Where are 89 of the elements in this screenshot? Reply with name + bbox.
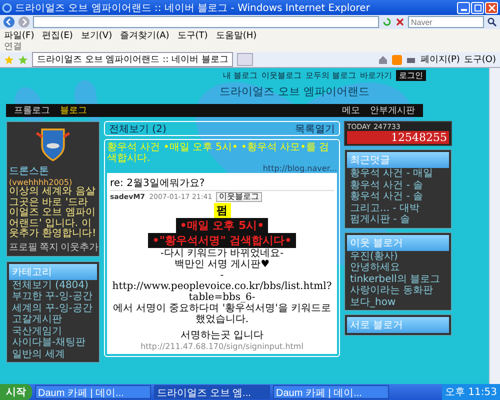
post-text: 서명하는곳 입니다: [180, 329, 264, 342]
headline-text: 펌: [214, 203, 230, 218]
home-icon[interactable]: [378, 54, 388, 64]
start-button[interactable]: 시작: [0, 384, 32, 400]
recent-comments-header: 최근덧글: [347, 152, 449, 168]
profile-id: (vwehhhh2005): [9, 178, 72, 187]
blog-link[interactable]: 이웃블로그: [262, 70, 302, 81]
post-link[interactable]: http://211.47.68.170/sign/signinput.html: [140, 342, 304, 351]
category-item[interactable]: 부끄한 꾸-잉-공간: [9, 291, 97, 302]
neighbor-item[interactable]: 보다_how: [347, 296, 449, 308]
blog-link[interactable]: 바로가기: [360, 70, 392, 81]
feed-icon[interactable]: [392, 54, 402, 64]
taskbar-button[interactable]: Daum 카페 | 데이...: [273, 385, 389, 399]
menu-item[interactable]: 도움말(H): [216, 28, 257, 42]
close-icon: [488, 4, 496, 12]
neighbor-blog-button[interactable]: 이웃블로그: [216, 192, 262, 202]
profile-link[interactable]: 이웃추가: [60, 240, 98, 254]
category-item[interactable]: 고갈게시판: [9, 314, 97, 326]
maximize-button[interactable]: [471, 2, 484, 14]
comment-item[interactable]: 황우석 사건 - 매일: [347, 168, 449, 180]
neighbor-item[interactable]: 안녕하세요: [347, 262, 449, 274]
profile-description: 이상의 세계와 음살 그곳은 바로 '드라이얼즈 오브 엠파이어랜드' 입니다. 이웃추가 환영합니다!: [9, 187, 97, 240]
post-text: - http://www.peoplevoice.co.kr/bbs/list.html?table=bbs_6-: [111, 270, 333, 303]
maximize-icon: [474, 4, 482, 12]
command-button[interactable]: 도구(O): [464, 53, 496, 66]
list-toggle-link[interactable]: 목록열기: [295, 122, 335, 136]
browser-tab[interactable]: 드라이얼즈 오브 엠파이어랜드 :: 네이버 블로그: [32, 52, 234, 67]
mutual-header: 서로 블로거: [347, 317, 449, 333]
forward-icon[interactable]: [18, 16, 30, 28]
nav-link[interactable]: 메모: [342, 104, 360, 117]
menu-item[interactable]: 편집(E): [42, 28, 73, 42]
nav-link[interactable]: 안부게시판: [370, 104, 415, 117]
banner-text: 황우석 사건 •매일 오후 5시• •황우석 사모•를 검색합시다.: [107, 142, 330, 164]
neighbors-header: 이웃 블로거: [347, 234, 449, 250]
menu-item[interactable]: 파일(F): [4, 28, 34, 42]
star-icon[interactable]: [4, 54, 14, 64]
clock: 오후 11:53: [445, 386, 497, 399]
close-button[interactable]: [485, 2, 498, 14]
browser-icon: [2, 2, 12, 12]
comment-item[interactable]: 펌게시판 - 솔: [347, 214, 449, 226]
category-item[interactable]: 일반의 세계: [9, 348, 97, 360]
blog-link[interactable]: 내 블로그: [222, 70, 258, 81]
minimize-icon: [460, 9, 466, 11]
nav-link[interactable]: 프롤로그: [14, 104, 50, 117]
blog-title: 드라이얼즈 오브 엠파이어랜드: [220, 84, 370, 99]
menu-item[interactable]: 도구(T): [177, 28, 208, 42]
new-tab-button[interactable]: [237, 53, 254, 66]
back-icon[interactable]: [3, 16, 15, 28]
search-icon[interactable]: [487, 17, 497, 27]
category-item[interactable]: 국산게임기: [9, 326, 97, 337]
login-button[interactable]: 로그인: [396, 70, 426, 81]
comment-item[interactable]: 황우석 사건 - 솔: [347, 191, 449, 202]
refresh-icon[interactable]: [382, 17, 392, 27]
minimize-button[interactable]: [457, 2, 470, 14]
profile-name: 드론스톤: [9, 165, 49, 178]
neighbor-item[interactable]: tinkerbell의 블로그: [347, 274, 449, 285]
banner-url[interactable]: http://blog.naver...: [107, 164, 337, 173]
blog-link[interactable]: 모두의 블로그: [306, 70, 356, 81]
post-text: 에서 서명이 중요하다며 '황우석서명'을 키워드로 했었습니다.: [112, 303, 332, 325]
neighbor-item[interactable]: 우진(황사): [347, 250, 449, 262]
window-title: 드라이얼즈 오브 엠파이어랜드 :: 네이버 블로그 - Windows Internet Explorer: [15, 2, 371, 14]
profile-link[interactable]: 프로필: [9, 240, 38, 254]
alert-text: •"황우석서명" 검색합시다•: [148, 233, 296, 248]
post-text: -다시 키워드가 바뀌었네요-: [160, 248, 284, 259]
comment-item[interactable]: 황우석 사건 - 솔: [347, 180, 449, 191]
nav-link[interactable]: 블로그: [60, 104, 87, 117]
post-title: re: 2월3일에뭐가요?: [110, 176, 334, 191]
profile-link[interactable]: 쪽지: [40, 240, 58, 254]
scrollbar[interactable]: [489, 68, 500, 384]
taskbar-button[interactable]: 드라이얼즈 오브 엠...: [154, 385, 270, 399]
alert-text: •매일 오후 5시•: [176, 218, 268, 233]
menu-item[interactable]: 보기(V): [80, 28, 112, 42]
add-favorite-icon[interactable]: [18, 54, 28, 64]
total-count: 12548255: [347, 131, 449, 144]
category-item[interactable]: 사이다블-채팅판: [9, 337, 97, 348]
stop-icon[interactable]: [395, 17, 405, 27]
post-text: 백만인 서명 게시판♥: [174, 259, 270, 270]
neighbor-item[interactable]: 사랑이라는 동화판: [347, 285, 449, 296]
links-label[interactable]: 연결: [4, 40, 22, 53]
category-item[interactable]: 세계의 꾸-잉-공간: [9, 302, 97, 314]
category-label: 전체보기 (2): [109, 122, 166, 136]
command-button[interactable]: 페이지(P): [420, 53, 460, 66]
category-header: 카테고리: [9, 264, 97, 280]
category-item[interactable]: 전체보기 (4804): [9, 280, 97, 291]
comment-item[interactable]: 그리고... - 대박: [347, 202, 449, 214]
taskbar-button[interactable]: Daum 카페 | 데이...: [35, 385, 151, 399]
search-field[interactable]: Naver: [408, 16, 484, 28]
menu-item[interactable]: 즐겨찾기(A): [120, 28, 170, 42]
address-field[interactable]: [33, 16, 379, 28]
